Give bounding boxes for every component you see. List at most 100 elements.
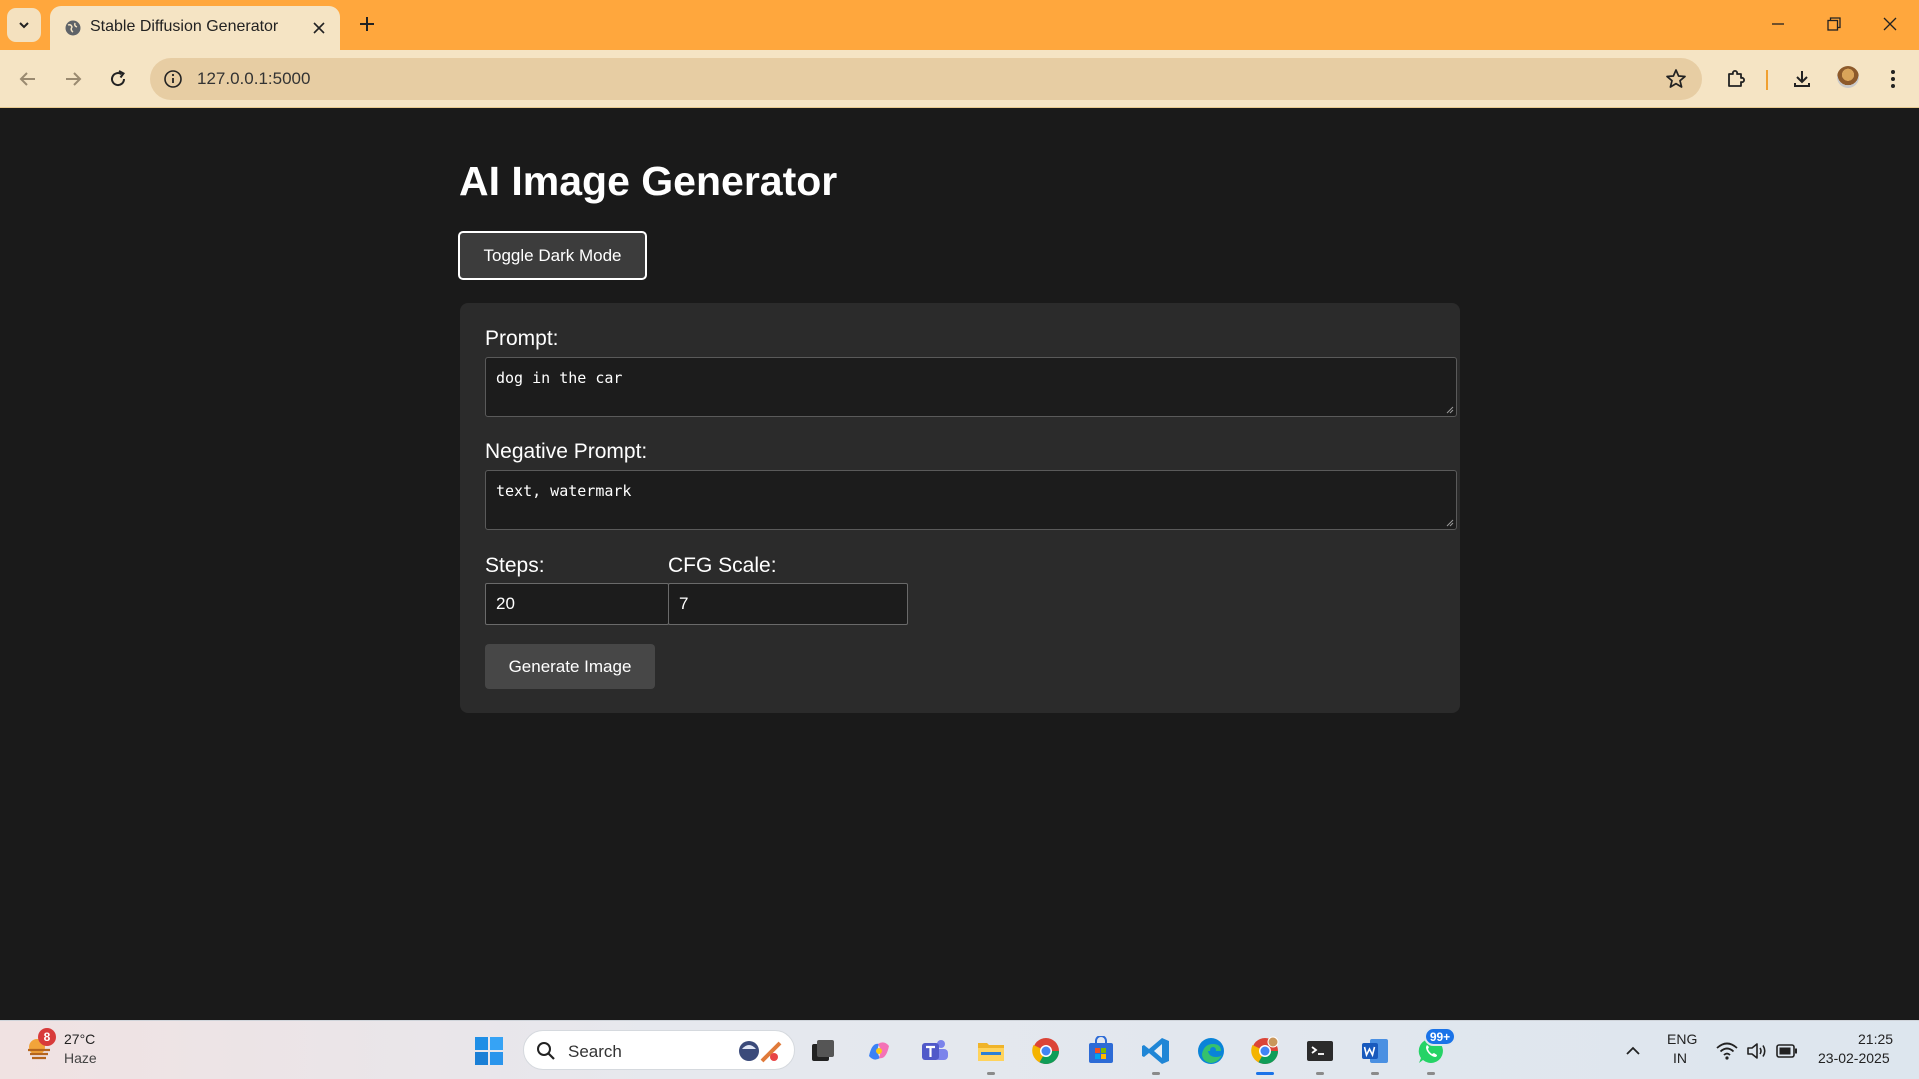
clock-time[interactable]: 21:25 bbox=[1858, 1031, 1893, 1047]
chrome-icon bbox=[1032, 1038, 1060, 1065]
copilot-button[interactable] bbox=[862, 1034, 896, 1068]
weather-temperature[interactable]: 27°C bbox=[64, 1031, 95, 1047]
active-app-indicator bbox=[1256, 1072, 1274, 1075]
teams-icon bbox=[922, 1040, 948, 1060]
reload-button[interactable] bbox=[102, 63, 134, 95]
running-indicator bbox=[1152, 1072, 1160, 1075]
running-indicator bbox=[1316, 1072, 1324, 1075]
search-highlight-icon bbox=[739, 1041, 782, 1063]
chevron-down-icon bbox=[19, 22, 29, 29]
cfg-scale-input[interactable]: 7 bbox=[668, 583, 908, 625]
input-region[interactable]: IN bbox=[1673, 1050, 1687, 1066]
close-icon bbox=[313, 22, 325, 34]
browser-tab-strip: Stable Diffusion Generator bbox=[0, 0, 1919, 50]
running-indicator bbox=[987, 1072, 995, 1075]
prompt-value: dog in the car bbox=[496, 369, 623, 387]
profile-avatar[interactable] bbox=[1837, 66, 1859, 88]
store-icon bbox=[1089, 1036, 1113, 1063]
weather-description[interactable]: Haze bbox=[64, 1050, 97, 1066]
battery-icon bbox=[1776, 1044, 1797, 1058]
chrome-icon bbox=[1251, 1036, 1279, 1065]
terminal-button[interactable] bbox=[1303, 1034, 1337, 1068]
cfg-scale-label: CFG Scale: bbox=[668, 554, 777, 577]
steps-input[interactable]: 20 bbox=[485, 583, 669, 625]
arrow-left-icon bbox=[19, 72, 35, 86]
teams-button[interactable] bbox=[918, 1034, 952, 1068]
windows-taskbar: 8 27°C Haze Search 99+ ENG IN 21:25 23-0… bbox=[0, 1020, 1919, 1079]
browser-menu-button[interactable] bbox=[1877, 63, 1909, 95]
speaker-icon bbox=[1747, 1043, 1766, 1059]
chrome-button[interactable] bbox=[1029, 1034, 1063, 1068]
generator-form-panel: Prompt: dog in the car Negative Prompt: … bbox=[460, 303, 1460, 713]
vscode-icon bbox=[1142, 1038, 1169, 1064]
restore-icon bbox=[1827, 17, 1841, 31]
volume-tray[interactable] bbox=[1745, 1039, 1769, 1063]
close-icon bbox=[1883, 17, 1897, 31]
edge-button[interactable] bbox=[1194, 1034, 1228, 1068]
reload-icon bbox=[111, 70, 126, 87]
wifi-icon bbox=[1716, 1042, 1738, 1060]
browser-toolbar: 127.0.0.1:5000 bbox=[0, 50, 1919, 108]
word-button[interactable] bbox=[1358, 1034, 1392, 1068]
vscode-button[interactable] bbox=[1139, 1034, 1173, 1068]
chrome-profile-button[interactable] bbox=[1248, 1034, 1282, 1068]
microsoft-store-button[interactable] bbox=[1084, 1034, 1118, 1068]
file-explorer-button[interactable] bbox=[974, 1034, 1008, 1068]
address-bar[interactable]: 127.0.0.1:5000 bbox=[150, 58, 1702, 100]
close-window-button[interactable] bbox=[1874, 10, 1906, 38]
site-info-icon[interactable] bbox=[162, 68, 184, 90]
input-language[interactable]: ENG bbox=[1667, 1031, 1697, 1047]
whatsapp-notification-badge: 99+ bbox=[1424, 1027, 1456, 1046]
extensions-button[interactable] bbox=[1720, 63, 1752, 95]
download-icon bbox=[1794, 71, 1810, 87]
resize-grip-icon[interactable] bbox=[1445, 518, 1454, 527]
running-indicator bbox=[1371, 1072, 1379, 1075]
bookmark-star-icon[interactable] bbox=[1664, 67, 1688, 91]
plus-icon bbox=[360, 17, 374, 31]
battery-tray[interactable] bbox=[1775, 1039, 1799, 1063]
task-view-button[interactable] bbox=[806, 1034, 840, 1068]
puzzle-icon bbox=[1728, 70, 1745, 87]
kebab-menu-icon bbox=[1891, 70, 1895, 88]
word-icon bbox=[1362, 1039, 1388, 1063]
negative-prompt-value: text, watermark bbox=[496, 482, 632, 500]
arrow-right-icon bbox=[66, 72, 82, 86]
show-hidden-icons-button[interactable] bbox=[1621, 1039, 1645, 1063]
chevron-up-icon bbox=[1626, 1046, 1640, 1055]
resize-grip-icon[interactable] bbox=[1445, 405, 1454, 414]
back-button[interactable] bbox=[12, 63, 44, 95]
toggle-dark-mode-button[interactable]: Toggle Dark Mode bbox=[458, 231, 647, 280]
tab-search-button[interactable] bbox=[7, 8, 41, 42]
running-indicator bbox=[1427, 1072, 1435, 1075]
generate-image-button[interactable]: Generate Image bbox=[485, 644, 655, 689]
url-text[interactable]: 127.0.0.1:5000 bbox=[197, 69, 310, 89]
copilot-icon bbox=[869, 1042, 889, 1060]
tab-title: Stable Diffusion Generator bbox=[90, 18, 279, 35]
search-icon bbox=[537, 1042, 555, 1060]
negative-prompt-label: Negative Prompt: bbox=[485, 440, 648, 463]
restore-button[interactable] bbox=[1818, 10, 1850, 38]
windows-start-icon[interactable] bbox=[474, 1036, 504, 1066]
tab-close-button[interactable] bbox=[308, 17, 330, 39]
taskbar-search-box[interactable]: Search bbox=[523, 1030, 795, 1070]
clock-date[interactable]: 23-02-2025 bbox=[1818, 1050, 1890, 1066]
new-tab-button[interactable] bbox=[353, 10, 381, 38]
downloads-button[interactable] bbox=[1786, 63, 1818, 95]
task-view-icon bbox=[812, 1040, 834, 1061]
negative-prompt-textarea[interactable]: text, watermark bbox=[485, 470, 1457, 530]
folder-icon bbox=[978, 1043, 1004, 1061]
search-placeholder: Search bbox=[568, 1042, 622, 1061]
terminal-icon bbox=[1307, 1041, 1333, 1061]
steps-label: Steps: bbox=[485, 554, 545, 577]
minimize-button[interactable] bbox=[1762, 10, 1794, 38]
prompt-textarea[interactable]: dog in the car bbox=[485, 357, 1457, 417]
browser-tab-active[interactable]: Stable Diffusion Generator bbox=[50, 6, 340, 50]
minimize-icon bbox=[1772, 23, 1784, 25]
wifi-tray[interactable] bbox=[1715, 1039, 1739, 1063]
toolbar-separator bbox=[1766, 70, 1768, 90]
edge-icon bbox=[1198, 1038, 1224, 1064]
forward-button[interactable] bbox=[57, 63, 89, 95]
globe-icon bbox=[65, 20, 81, 36]
weather-alert-badge: 8 bbox=[38, 1028, 56, 1046]
page-title: AI Image Generator bbox=[459, 158, 838, 204]
